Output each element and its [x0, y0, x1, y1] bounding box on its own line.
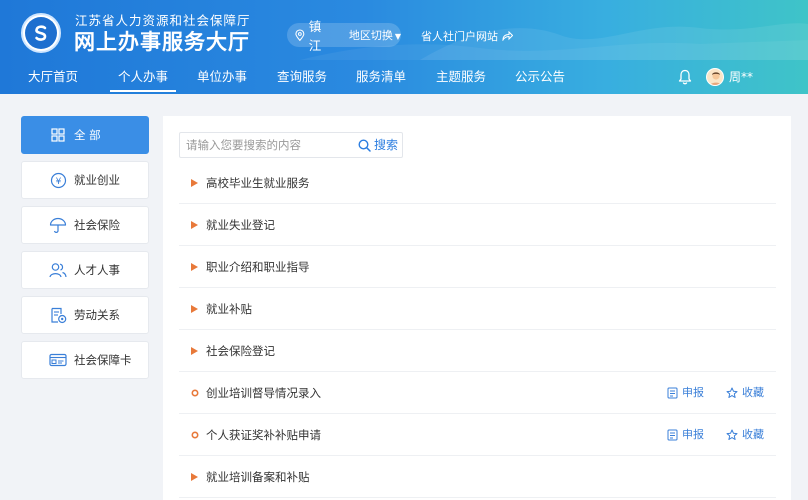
people-icon: [49, 261, 67, 279]
sidebar-item-talent[interactable]: 人才人事: [21, 251, 149, 289]
sidebar-item-labor[interactable]: 劳动关系: [21, 296, 149, 334]
caret-down-icon: ▼: [394, 32, 401, 41]
city-name: 镇江: [308, 19, 322, 53]
search-icon: [358, 138, 371, 152]
expand-triangle-icon: [191, 347, 198, 355]
list-item: 个人获证奖补补贴申请 申报 收藏: [179, 414, 776, 456]
location-pin-icon: [295, 29, 305, 41]
coin-icon: ¥: [49, 171, 67, 189]
list-item[interactable]: 就业培训备案和补贴: [179, 456, 776, 498]
favorite-label: 收藏: [742, 428, 764, 441]
sidebar-item-label: 社会保障卡: [74, 353, 132, 367]
nav-item-notices[interactable]: 公示公告: [515, 60, 565, 94]
sidebar-item-label: 劳动关系: [74, 308, 120, 322]
sidebar-item-label: 就业创业: [74, 173, 120, 187]
form-icon: [667, 429, 678, 441]
sidebar-item-all[interactable]: 全 部: [21, 116, 149, 154]
list-item[interactable]: 就业失业登记: [179, 204, 776, 246]
avatar[interactable]: [706, 68, 724, 86]
service-name: 就业补贴: [206, 302, 252, 316]
grid-icon: [49, 126, 67, 144]
expand-triangle-icon: [191, 473, 198, 481]
sidebar-item-label: 全 部: [74, 128, 101, 142]
nav-item-service-list[interactable]: 服务清单: [356, 60, 406, 94]
umbrella-icon: [49, 216, 67, 234]
expand-triangle-icon: [191, 263, 198, 271]
document-settings-icon: [49, 306, 67, 324]
service-name: 高校毕业生就业服务: [206, 176, 310, 190]
list-item[interactable]: 职业介绍和职业指导: [179, 246, 776, 288]
bell-icon[interactable]: [678, 69, 692, 85]
search-box: 搜索: [179, 132, 403, 158]
service-name: 就业培训备案和补贴: [206, 470, 310, 484]
service-name: 社会保险登记: [206, 344, 275, 358]
site-title[interactable]: 网上办事服务大厅: [74, 26, 250, 56]
expand-triangle-icon: [191, 305, 198, 313]
sidebar-item-label: 社会保险: [74, 218, 120, 232]
portal-link-label: 省人社门户网站: [421, 30, 498, 43]
expand-triangle-icon: [191, 179, 198, 187]
svg-text:¥: ¥: [55, 177, 61, 187]
search-button-label: 搜索: [374, 138, 399, 152]
search-button[interactable]: 搜索: [358, 133, 398, 157]
star-icon: [726, 387, 738, 398]
sidebar-item-employment[interactable]: ¥ 就业创业: [21, 161, 149, 199]
favorite-button[interactable]: 收藏: [726, 414, 764, 456]
list-item[interactable]: 就业补贴: [179, 288, 776, 330]
search-input[interactable]: [180, 133, 352, 157]
expand-triangle-icon: [191, 221, 198, 229]
region-switch-label: 地区切换: [348, 29, 393, 42]
service-name: 职业介绍和职业指导: [206, 260, 310, 274]
region-switch[interactable]: 地区切换 ▼: [349, 27, 401, 43]
service-name: 创业培训督导情况录入: [206, 386, 321, 400]
sidebar-item-card[interactable]: 社会保障卡: [21, 341, 149, 379]
apply-label: 申报: [682, 386, 704, 399]
apply-button[interactable]: 申报: [667, 414, 704, 456]
favorite-button[interactable]: 收藏: [726, 372, 764, 414]
logo[interactable]: [21, 13, 61, 53]
share-arrow-icon: [502, 31, 513, 41]
nav-item-organization[interactable]: 单位办事: [197, 60, 247, 94]
apply-button[interactable]: 申报: [667, 372, 704, 414]
list-item: 创业培训督导情况录入 申报 收藏: [179, 372, 776, 414]
ring-bullet-icon: [191, 389, 199, 397]
form-icon: [667, 387, 678, 399]
card-icon: [49, 351, 67, 369]
apply-label: 申报: [682, 428, 704, 441]
favorite-label: 收藏: [742, 386, 764, 399]
service-name: 个人获证奖补补贴申请: [206, 428, 321, 442]
sidebar-item-insurance[interactable]: 社会保险: [21, 206, 149, 244]
ring-bullet-icon: [191, 431, 199, 439]
list-item[interactable]: 社会保险登记: [179, 330, 776, 372]
list-item[interactable]: 高校毕业生就业服务: [179, 162, 776, 204]
sidebar-item-label: 人才人事: [74, 263, 120, 277]
nav-item-query[interactable]: 查询服务: [277, 60, 327, 94]
nav-item-home[interactable]: 大厅首页: [28, 60, 78, 94]
star-icon: [726, 429, 738, 440]
service-name: 就业失业登记: [206, 218, 275, 232]
user-name[interactable]: 周**: [729, 68, 753, 85]
logo-mark-icon: [35, 25, 47, 41]
portal-link[interactable]: 省人社门户网站: [421, 28, 513, 44]
nav-item-personal[interactable]: 个人办事: [109, 60, 177, 94]
city-selector[interactable]: 镇江 地区切换 ▼: [287, 19, 401, 53]
nav-item-topics[interactable]: 主题服务: [436, 60, 486, 94]
